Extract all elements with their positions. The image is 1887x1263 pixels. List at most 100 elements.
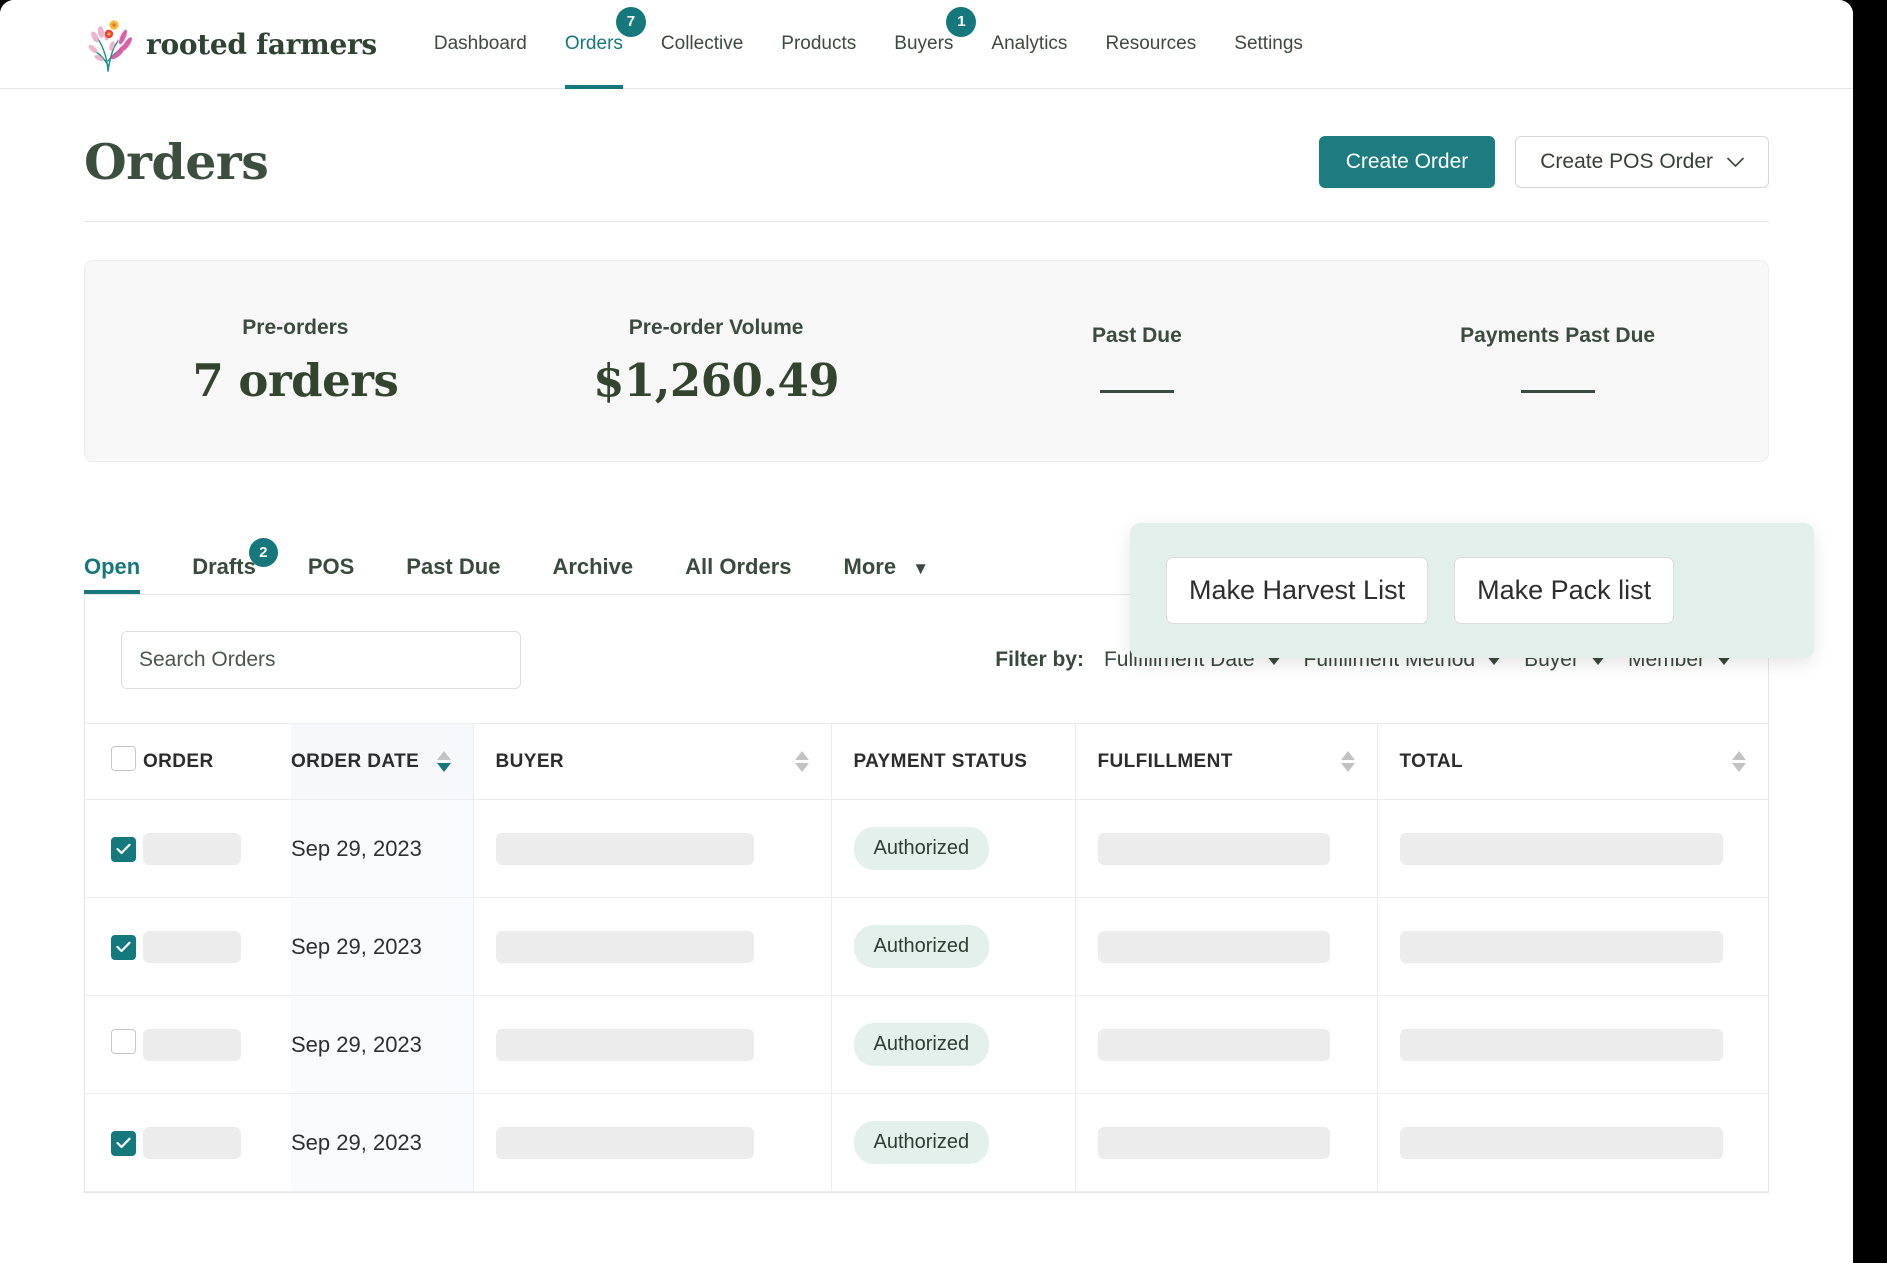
status-badge: Authorized <box>853 827 990 870</box>
row-checkbox[interactable] <box>111 1029 136 1054</box>
sort-arrows-icon[interactable] <box>436 751 451 772</box>
orders-table-head: ORDER ORDER DATE BUYER PAYMENT STATUS FU… <box>85 723 1768 800</box>
skeleton-placeholder <box>1097 1028 1330 1061</box>
row-checkbox[interactable] <box>111 836 136 862</box>
th-order-date[interactable]: ORDER DATE <box>291 723 473 800</box>
brand-logo[interactable]: rooted farmers <box>84 15 377 73</box>
skeleton-placeholder <box>495 1126 754 1159</box>
th-payment-status[interactable]: PAYMENT STATUS <box>830 723 1075 800</box>
stat-empty-dash <box>1520 390 1595 393</box>
cell-fulfillment <box>1074 799 1377 898</box>
th-order[interactable]: ORDER <box>143 723 291 800</box>
search-input[interactable] <box>121 631 521 689</box>
tab-label: More <box>843 554 897 579</box>
nav-item-orders[interactable]: Orders 7 <box>546 0 646 89</box>
cell-buyer <box>472 995 831 1094</box>
status-badge: Authorized <box>853 1023 990 1066</box>
sort-arrows-icon[interactable] <box>1340 751 1355 772</box>
skeleton-placeholder <box>495 1028 754 1061</box>
cell-fulfillment <box>1074 1093 1377 1192</box>
row-checkbox[interactable] <box>111 1130 136 1156</box>
nav-item-collective[interactable]: Collective <box>642 0 762 89</box>
sort-arrows-icon[interactable] <box>1732 751 1746 772</box>
tab-label: Past Due <box>406 554 501 579</box>
sort-arrows-icon[interactable] <box>794 751 809 772</box>
th-label: TOTAL <box>1399 750 1464 772</box>
cell-order-date: Sep 29, 2023 <box>291 897 473 996</box>
cell-fulfillment <box>1074 995 1377 1094</box>
row-checkbox[interactable] <box>111 934 136 960</box>
nav-label: Settings <box>1234 33 1303 54</box>
page-title: Orders <box>84 133 269 191</box>
screen-edge-band <box>1853 0 1887 1263</box>
cell-order <box>143 995 291 1094</box>
table-row[interactable]: Sep 29, 2023 Authorized <box>85 1093 1768 1192</box>
skeleton-placeholder <box>495 930 754 963</box>
tab-archive[interactable]: Archive <box>552 554 633 594</box>
stat-payments-past-due: Payments Past Due <box>1347 324 1768 398</box>
th-label: ORDER <box>143 750 214 772</box>
cell-payment-status: Authorized <box>830 897 1075 996</box>
select-all-checkbox[interactable] <box>111 746 136 771</box>
table-row[interactable]: Sep 29, 2023 Authorized <box>85 995 1768 1094</box>
table-row[interactable]: Sep 29, 2023 Authorized <box>85 897 1768 996</box>
nav-item-products[interactable]: Products <box>762 0 875 89</box>
create-pos-order-button[interactable]: Create POS Order <box>1515 136 1769 188</box>
tab-label: Archive <box>552 554 634 579</box>
chevron-down-icon <box>1727 157 1744 167</box>
tab-more[interactable]: More ▼ <box>844 554 930 594</box>
tab-open[interactable]: Open <box>84 554 141 594</box>
nav-label: Collective <box>660 33 744 54</box>
cell-order <box>143 799 291 898</box>
tab-drafts[interactable]: Drafts 2 <box>192 538 278 594</box>
nav-item-resources[interactable]: Resources <box>1086 0 1215 89</box>
th-fulfillment[interactable]: FULFILLMENT <box>1074 723 1377 800</box>
stat-past-due: Past Due <box>927 324 1348 398</box>
top-navigation-bar: rooted farmers Dashboard Orders 7 Collec… <box>0 0 1853 89</box>
cell-select <box>85 799 143 898</box>
th-select-all <box>85 723 143 800</box>
stat-label: Pre-order Volume <box>628 315 804 339</box>
orders-table: ORDER ORDER DATE BUYER PAYMENT STATUS FU… <box>85 723 1768 1192</box>
nav-label: Resources <box>1105 33 1197 54</box>
nav-item-analytics[interactable]: Analytics <box>972 0 1086 89</box>
make-harvest-list-button[interactable]: Make Harvest List <box>1166 557 1429 624</box>
skeleton-placeholder <box>143 1028 241 1061</box>
skeleton-placeholder <box>143 1126 241 1159</box>
cell-order-date: Sep 29, 2023 <box>291 799 473 898</box>
orders-table-body: Sep 29, 2023 Authorized Sep 29, 2023 Aut… <box>85 799 1768 1192</box>
cell-select <box>85 897 143 996</box>
table-row[interactable]: Sep 29, 2023 Authorized <box>85 799 1768 898</box>
make-pack-list-button[interactable]: Make Pack list <box>1454 557 1675 624</box>
create-order-button[interactable]: Create Order <box>1318 136 1496 188</box>
nav-item-buyers[interactable]: Buyers 1 <box>875 0 977 89</box>
skeleton-placeholder <box>1399 832 1723 865</box>
tab-label: All Orders <box>685 554 792 579</box>
cell-payment-status: Authorized <box>830 995 1075 1094</box>
th-total[interactable]: TOTAL <box>1376 723 1768 800</box>
skeleton-placeholder <box>1097 832 1330 865</box>
cell-order <box>143 897 291 996</box>
status-badge: Authorized <box>853 1121 990 1164</box>
cell-total <box>1376 1093 1768 1192</box>
nav-label: Dashboard <box>433 33 527 54</box>
th-label: BUYER <box>495 750 565 772</box>
tab-past-due[interactable]: Past Due <box>406 554 500 594</box>
stat-empty-dash <box>1099 390 1174 393</box>
nav-item-dashboard[interactable]: Dashboard <box>415 0 546 89</box>
page-header: Orders Create Order Create POS Order <box>84 89 1769 222</box>
stat-label: Past Due <box>1091 324 1182 347</box>
cell-order-date: Sep 29, 2023 <box>291 995 473 1094</box>
th-buyer[interactable]: BUYER <box>472 723 831 800</box>
list-actions-popover: Make Harvest List Make Pack list <box>1130 523 1814 658</box>
create-pos-order-label: Create POS Order <box>1540 150 1713 173</box>
tab-pos[interactable]: POS <box>308 554 354 594</box>
nav-item-settings[interactable]: Settings <box>1215 0 1322 89</box>
cell-total <box>1376 995 1768 1094</box>
tab-all-orders[interactable]: All Orders <box>685 554 791 594</box>
skeleton-placeholder <box>1399 930 1723 963</box>
nav-label: Orders <box>564 33 623 54</box>
skeleton-placeholder <box>143 832 241 865</box>
nav-label: Products <box>781 33 857 54</box>
skeleton-placeholder <box>495 832 754 865</box>
